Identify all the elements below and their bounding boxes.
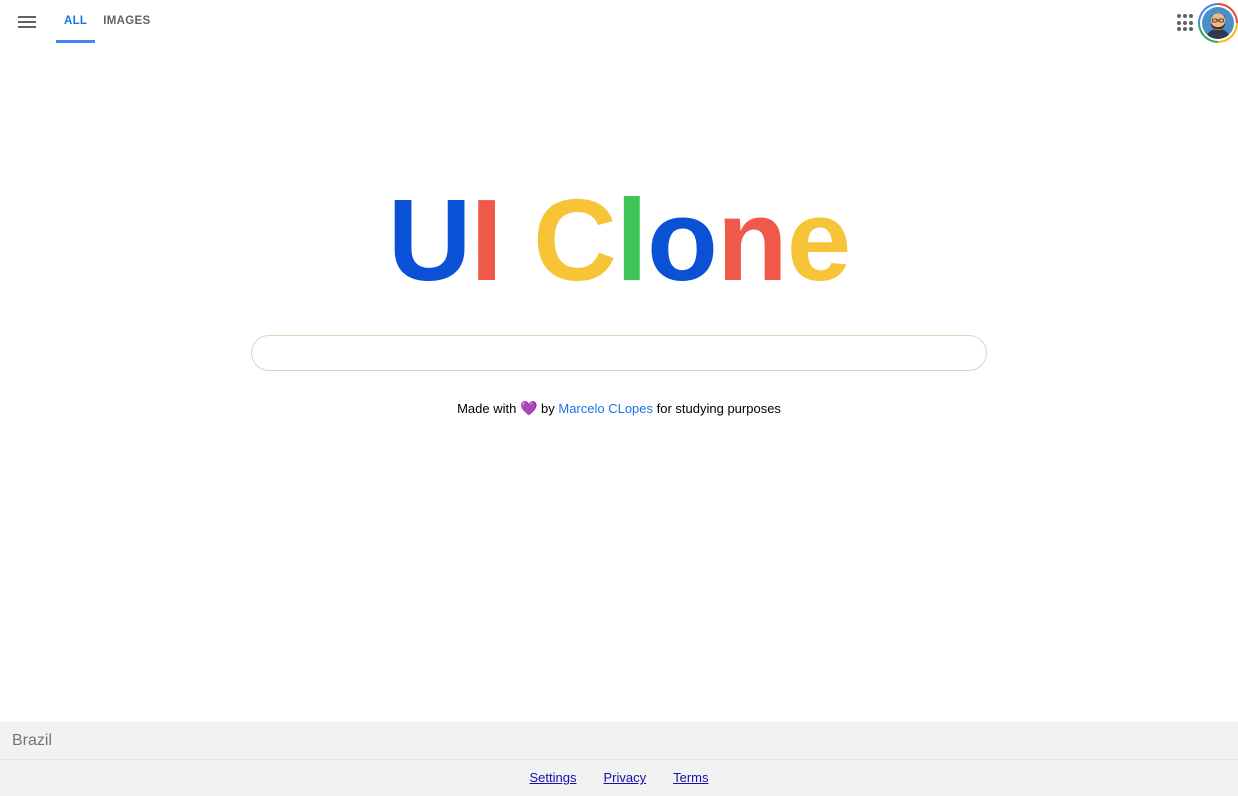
search-input[interactable] [252,336,986,370]
author-link[interactable]: Marcelo CLopes [558,401,653,416]
tab-all[interactable]: ALL [56,0,96,43]
logo-letter: C [533,175,617,305]
footer: Brazil Settings Privacy Terms [0,722,1238,796]
footer-links: Settings Privacy Terms [0,760,1238,785]
credits-suffix: for studying purposes [656,401,781,416]
logo-letter: l [615,175,648,305]
privacy-link[interactable]: Privacy [603,770,646,785]
terms-link[interactable]: Terms [673,770,708,785]
user-avatar-icon [1202,7,1234,39]
logo-letter: U [387,175,472,305]
logo-letter: e [786,175,852,305]
logo-letter: n [716,175,788,305]
google-clone-page: ALL IMAGES UI Clone Made with 💜 by Marce… [0,0,1238,796]
hamburger-menu-icon[interactable] [16,13,40,33]
settings-link[interactable]: Settings [530,770,577,785]
credits-prefix: Made with [457,401,517,416]
search-box [251,335,987,371]
logo-letter [502,175,533,305]
credits-by: by [541,401,555,416]
avatar[interactable] [1198,3,1238,43]
top-bar: ALL IMAGES [0,0,1238,44]
tab-images[interactable]: IMAGES [95,0,158,43]
search-tabs: ALL IMAGES [56,0,158,44]
logo-letter: o [647,175,718,305]
apps-grid-icon[interactable] [1177,14,1195,32]
footer-country: Brazil [0,722,1238,760]
logo-letter: I [470,175,503,305]
logo: UI Clone [0,180,1238,300]
purple-heart-icon: 💜 [519,400,538,416]
credits-line: Made with 💜 by Marcelo CLopes for studyi… [0,400,1238,417]
